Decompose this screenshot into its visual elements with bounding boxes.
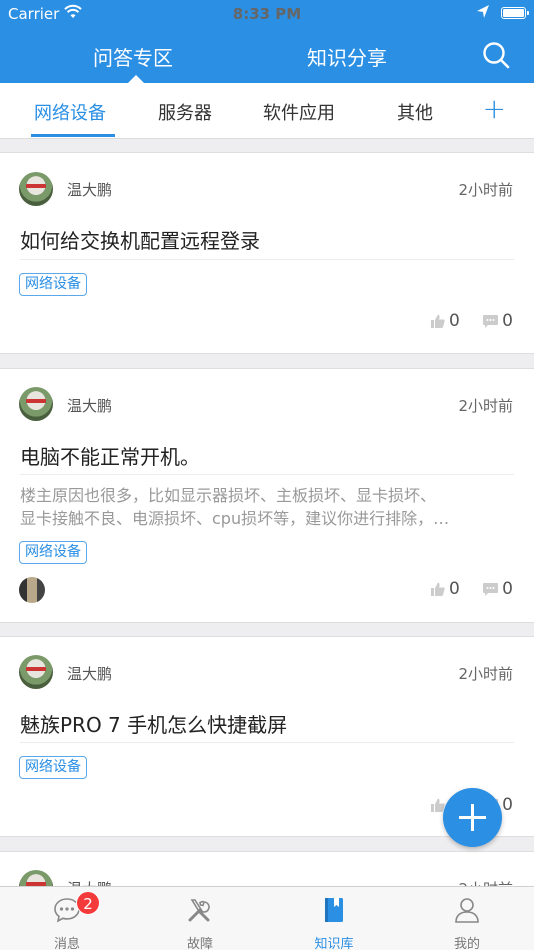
- new-post-button[interactable]: [443, 788, 502, 847]
- post-card[interactable]: 温大鹏 2小时前 电脑不能正常开机。 楼主原因也很多，比如显示器损坏、主板损坏、…: [0, 368, 534, 623]
- like-button[interactable]: 0: [430, 579, 460, 599]
- divider: [20, 742, 514, 743]
- tab-knowledge-share[interactable]: 知识分享: [307, 42, 387, 71]
- post-time: 2小时前: [458, 181, 513, 199]
- nav-bar: 问答专区 知识分享: [0, 28, 534, 83]
- comment-count: 0: [502, 311, 513, 331]
- post-tag[interactable]: 网络设备: [19, 273, 87, 296]
- comment-icon: [483, 582, 499, 596]
- post-feed[interactable]: 温大鹏 2小时前 如何给交换机配置远程登录 网络设备 0 0 温大鹏 2小时前 …: [0, 139, 534, 886]
- post-title[interactable]: 如何给交换机配置远程登录: [20, 225, 260, 254]
- comment-button[interactable]: 0: [483, 579, 513, 599]
- tab-profile[interactable]: 我的: [400, 887, 534, 950]
- tab-messages[interactable]: 2 消息: [0, 887, 134, 950]
- tab-label: 消息: [53, 937, 80, 950]
- post-card[interactable]: 温大鹏 2小时前: [0, 851, 534, 886]
- excerpt-line: 楼主原因也很多，比如显示器损坏、主板损坏、显卡损坏、: [20, 486, 437, 505]
- add-category-button[interactable]: +: [483, 95, 506, 123]
- post-time: 2小时前: [458, 665, 513, 683]
- avatar[interactable]: [19, 870, 53, 886]
- author-name: 温大鹏: [67, 181, 113, 199]
- category-software[interactable]: 软件应用: [263, 99, 335, 125]
- category-underline: [31, 134, 115, 137]
- tab-label: 知识库: [314, 937, 354, 950]
- category-server[interactable]: 服务器: [158, 99, 212, 125]
- tab-bar: 2 消息 故障 知识库 我的: [0, 886, 534, 950]
- tab-knowledge-base[interactable]: 知识库: [267, 887, 401, 950]
- category-tabs: 网络设备 服务器 软件应用 其他 +: [0, 83, 534, 139]
- comment-button[interactable]: 0: [483, 311, 513, 331]
- category-other[interactable]: 其他: [397, 99, 433, 125]
- comment-icon: [483, 314, 499, 328]
- thumbs-up-icon: [430, 582, 445, 596]
- clock: 8:33 PM: [232, 5, 302, 23]
- author-name: 温大鹏: [67, 397, 113, 415]
- book-icon: [325, 898, 343, 922]
- post-title[interactable]: 电脑不能正常开机。: [20, 441, 200, 470]
- reply-avatar[interactable]: [19, 577, 45, 603]
- person-icon: [455, 898, 479, 923]
- unread-badge: 2: [76, 891, 100, 915]
- post-card[interactable]: 温大鹏 2小时前 如何给交换机配置远程登录 网络设备 0 0: [0, 152, 534, 354]
- like-count: 0: [448, 579, 460, 599]
- tab-faults[interactable]: 故障: [133, 887, 267, 950]
- post-stats: 0 0: [413, 311, 513, 331]
- battery-icon: [501, 7, 529, 19]
- post-excerpt[interactable]: 楼主原因也很多，比如显示器损坏、主板损坏、显卡损坏、 显卡接触不良、电源损坏、c…: [20, 484, 514, 530]
- avatar[interactable]: [19, 387, 53, 421]
- author-name: 温大鹏: [67, 878, 112, 886]
- status-bar: Carrier 8:33 PM: [0, 0, 534, 28]
- comment-count: 0: [502, 579, 513, 599]
- excerpt-line: 显卡接触不良、电源损坏、cpu损坏等，建议你进行排除，…: [20, 509, 450, 528]
- author-name: 温大鹏: [67, 665, 113, 683]
- post-title[interactable]: 魅族PRO 7 手机怎么快捷截屏: [20, 709, 287, 738]
- avatar[interactable]: [19, 655, 53, 689]
- post-time: 2小时前: [458, 397, 513, 415]
- search-icon[interactable]: [482, 41, 510, 69]
- location-arrow-icon: [477, 5, 489, 18]
- divider: [20, 474, 514, 475]
- tab-label: 故障: [186, 937, 213, 950]
- thumbs-up-icon: [430, 314, 445, 328]
- like-button[interactable]: 0: [430, 311, 460, 331]
- tab-label: 我的: [453, 937, 480, 950]
- divider: [20, 259, 514, 260]
- active-tab-indicator: [128, 75, 144, 83]
- post-tag[interactable]: 网络设备: [19, 756, 87, 779]
- post-tag[interactable]: 网络设备: [19, 541, 87, 564]
- like-count: 0: [448, 311, 460, 331]
- post-time: 2小时前: [458, 878, 513, 886]
- avatar[interactable]: [19, 172, 53, 206]
- wrench-screwdriver-icon: [188, 899, 210, 922]
- category-network[interactable]: 网络设备: [34, 99, 106, 125]
- post-stats: 0 0: [413, 579, 513, 599]
- tab-qa[interactable]: 问答专区: [93, 42, 173, 71]
- comment-count: 0: [502, 795, 513, 815]
